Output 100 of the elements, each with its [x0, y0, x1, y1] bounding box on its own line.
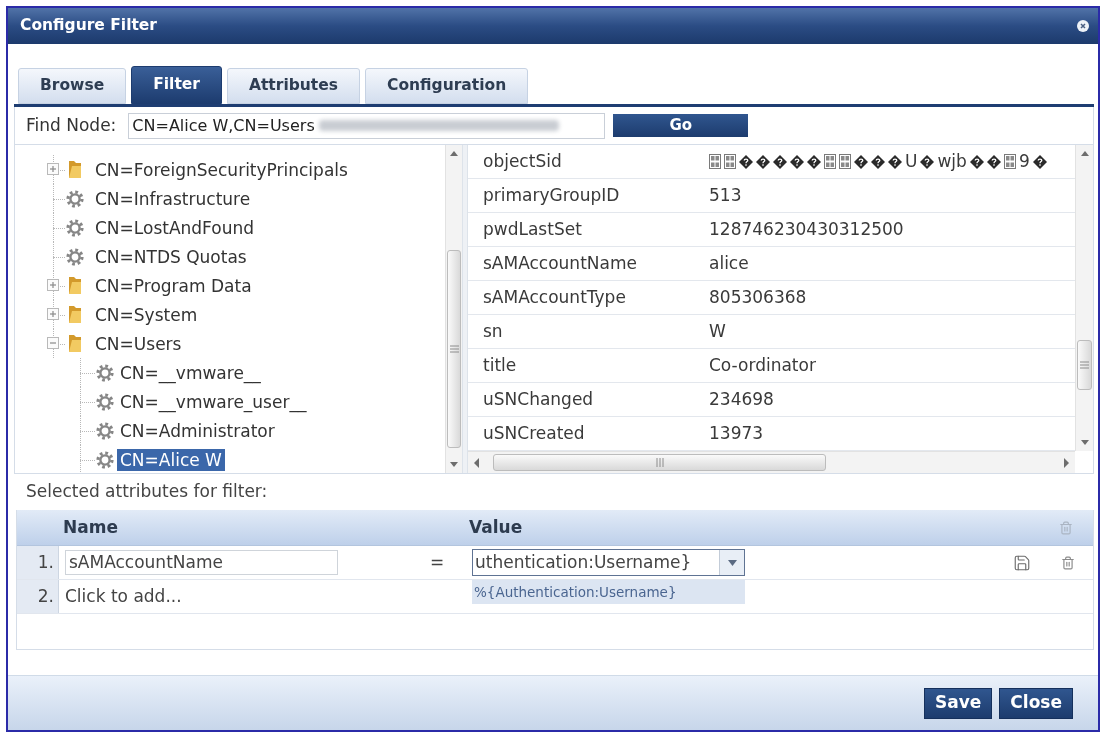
trash-icon [1059, 520, 1073, 535]
tree-item[interactable]: CN=__vmware_user__ [117, 390, 310, 413]
folder-icon [68, 334, 82, 353]
attribute-name: title [482, 353, 518, 377]
scroll-right-icon[interactable] [1063, 457, 1070, 468]
close-button[interactable] [1077, 20, 1089, 32]
diamond-question-icon [969, 154, 984, 169]
horizontal-scrollbar[interactable] [468, 451, 1075, 473]
attribute-value: W [709, 319, 726, 343]
gear-icon [96, 363, 114, 382]
operator-label: = [430, 550, 445, 574]
attribute-value: wjb [937, 149, 967, 173]
diamond-question-icon [888, 154, 902, 169]
plus-box-icon[interactable] [47, 279, 59, 291]
scrollbar-thumb[interactable] [447, 250, 461, 448]
gear-icon [96, 450, 114, 469]
column-header: Name [62, 515, 119, 539]
tree-item[interactable]: CN=__vmware__ [117, 361, 264, 384]
attribute-name: sn [482, 319, 504, 343]
vertical-scrollbar[interactable] [445, 145, 462, 473]
scroll-up-icon[interactable] [1079, 150, 1090, 157]
grip-icon [449, 345, 459, 353]
missing-glyph-icon [1003, 154, 1016, 169]
name-input[interactable]: sAMAccountName [65, 550, 338, 575]
diamond-question-icon [1032, 154, 1047, 169]
close-icon [1077, 20, 1089, 32]
plus-box-icon[interactable] [47, 308, 59, 320]
find-node-label: Find Node: [26, 113, 117, 137]
tree-item[interactable]: CN=Program Data [92, 274, 255, 297]
tab[interactable]: Attributes [226, 68, 360, 104]
save-row-button[interactable] [1013, 553, 1031, 572]
attribute-name: objectSid [482, 149, 563, 173]
gear-icon [96, 392, 114, 411]
section-label: Selected attributes for filter: [26, 480, 268, 504]
diamond-question-icon [920, 154, 935, 169]
attribute-name: sAMAccountType [482, 285, 627, 309]
attribute-value: 805306368 [709, 285, 807, 309]
attribute-name: uSNCreated [482, 421, 586, 445]
gear-icon [66, 247, 84, 266]
diamond-question-icon [807, 154, 821, 169]
delete-row-button[interactable] [1061, 555, 1075, 570]
row-number: 2. [17, 580, 59, 613]
trash-icon [1061, 555, 1075, 570]
attribute-name: uSNChanged [482, 387, 595, 411]
tree-item[interactable]: CN=Alice W [117, 448, 225, 471]
gear-icon [96, 421, 114, 440]
scroll-down-icon[interactable] [449, 461, 459, 468]
diamond-question-icon [773, 154, 787, 169]
missing-glyph-icon [709, 154, 721, 169]
tab[interactable]: Configuration [365, 68, 529, 104]
grip-icon [655, 458, 664, 467]
vertical-scrollbar[interactable] [1075, 145, 1093, 451]
gear-icon [66, 218, 84, 237]
minus-box-icon[interactable] [47, 337, 59, 349]
attribute-value: U [905, 149, 918, 173]
tree-item[interactable]: CN=Administrator [117, 419, 278, 442]
diamond-question-icon [871, 154, 885, 169]
dialog-title: Configure Filter [20, 15, 157, 37]
tree-item[interactable]: CN=Infrastructure [92, 187, 254, 210]
caret-icon [727, 559, 737, 566]
attribute-value: alice [709, 251, 749, 275]
tree-item[interactable]: CN=LostAndFound [92, 216, 258, 239]
footer-button[interactable]: Save [924, 687, 993, 719]
dropdown-button[interactable] [719, 550, 744, 575]
save-icon [1013, 553, 1031, 572]
attribute-value: 13973 [709, 421, 764, 445]
attribute-value: 128746230430312500 [709, 217, 904, 241]
tree-item[interactable]: CN=NTDS Quotas [92, 245, 250, 268]
folder-icon [68, 160, 82, 179]
add-row-prompt[interactable]: Click to add... [59, 583, 182, 610]
grip-icon [1080, 361, 1089, 369]
diamond-question-icon [739, 154, 753, 169]
go-button[interactable]: Go [613, 114, 749, 137]
find-node-input[interactable]: CN=Alice W,CN=Users [128, 112, 606, 139]
diamond-question-icon [854, 154, 868, 169]
scroll-down-icon[interactable] [1079, 439, 1090, 446]
tree-item[interactable]: CN=System [92, 303, 201, 326]
attribute-value: 513 [709, 183, 742, 207]
scrollbar-thumb[interactable] [1077, 340, 1092, 390]
tree-item[interactable]: CN=ForeignSecurityPrincipals [92, 158, 351, 181]
diamond-question-icon [790, 154, 804, 169]
scroll-up-icon[interactable] [449, 150, 459, 157]
missing-glyph-icon [824, 154, 836, 169]
diamond-question-icon [756, 154, 770, 169]
attribute-name: sAMAccountName [482, 251, 638, 275]
tree-item[interactable]: CN=Users [92, 332, 185, 355]
diamond-question-icon [986, 154, 1001, 169]
scrollbar-thumb[interactable] [493, 454, 826, 471]
attribute-value: 234698 [709, 387, 774, 411]
tab[interactable]: Filter [131, 66, 222, 104]
value-combobox[interactable]: uthentication:Username} [472, 549, 745, 576]
scroll-left-icon[interactable] [473, 457, 480, 468]
attribute-name: primaryGroupID [482, 183, 621, 207]
plus-box-icon[interactable] [47, 163, 59, 175]
row-number: 1. [17, 546, 59, 579]
attribute-name: pwdLastSet [482, 217, 583, 241]
suggestion-option[interactable]: %{Authentication:Username} [472, 580, 745, 604]
missing-glyph-icon [839, 154, 851, 169]
footer-button[interactable]: Close [999, 687, 1073, 719]
tab[interactable]: Browse [18, 68, 127, 104]
